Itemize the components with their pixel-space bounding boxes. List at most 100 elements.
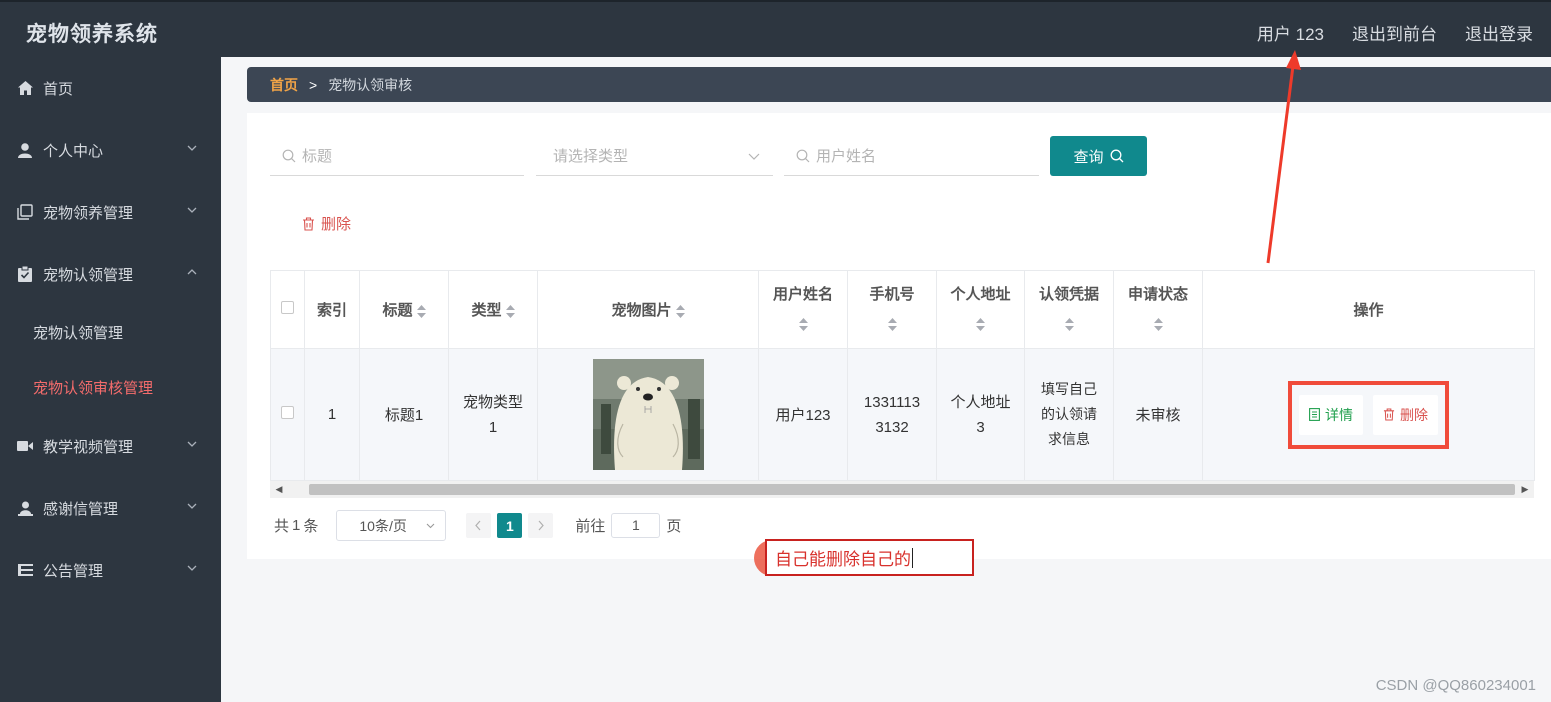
scrollbar-thumb[interactable]	[309, 484, 1515, 495]
title-search-placeholder: 标题	[302, 148, 333, 165]
sidebar-subitem-pet-claim-review[interactable]: 宠物认领审核管理	[0, 360, 221, 415]
sidebar-item-label: 公告管理	[43, 562, 104, 580]
query-button-label: 查询	[1073, 148, 1104, 166]
prev-page-button[interactable]	[466, 513, 492, 538]
breadcrumb: 首页 > 宠物认领审核	[247, 67, 1551, 102]
header-proof: 认领凭据	[1038, 285, 1099, 303]
search-icon	[796, 149, 810, 163]
current-user-link[interactable]: 用户 123	[1257, 20, 1324, 45]
sidebar-item-pet-adoption[interactable]: 宠物领养管理	[0, 181, 221, 243]
text-caret	[912, 547, 913, 568]
exit-to-front-link[interactable]: 退出到前台	[1352, 20, 1437, 45]
query-button[interactable]: 查询	[1050, 136, 1147, 176]
type-select-placeholder: 请选择类型	[553, 148, 629, 165]
chevron-down-icon	[187, 207, 197, 213]
video-icon	[16, 437, 34, 455]
goto-label: 前往	[575, 518, 606, 535]
username-search-placeholder: 用户姓名	[816, 148, 877, 165]
delete-button-label: 删除	[1400, 406, 1428, 423]
sidebar-item-label: 教学视频管理	[43, 438, 134, 456]
cell-phone-line2: 3132	[875, 418, 909, 436]
header-username-col[interactable]: 用户姓名	[758, 270, 848, 349]
sort-icon	[1064, 318, 1074, 332]
cell-proof-line2: 的认领请	[1041, 406, 1097, 422]
next-page-button[interactable]	[528, 513, 554, 538]
pet-image[interactable]	[592, 359, 704, 470]
header-status: 申请状态	[1127, 285, 1188, 303]
sidebar-item-thanks-letter[interactable]: 感谢信管理	[0, 477, 221, 539]
row-checkbox[interactable]	[281, 406, 294, 419]
sidebar-item-personal-center[interactable]: 个人中心	[0, 119, 221, 181]
detail-button-label: 详情	[1325, 406, 1353, 423]
chevron-up-icon	[187, 269, 197, 275]
annotation-textbox[interactable]: 自己能删除自己的	[765, 539, 974, 576]
header-title-col[interactable]: 标题	[359, 270, 449, 349]
scroll-left-icon[interactable]: ◀	[272, 481, 286, 498]
home-icon	[16, 79, 34, 97]
header-status-col[interactable]: 申请状态	[1113, 270, 1203, 349]
cell-proof-line3: 求信息	[1048, 431, 1090, 447]
header-username: 用户姓名	[772, 285, 833, 303]
sidebar-item-label: 宠物认领管理	[43, 266, 134, 284]
cell-title: 标题1	[359, 348, 449, 481]
select-all-checkbox[interactable]	[281, 301, 294, 314]
cell-address-line2: 3	[976, 418, 985, 436]
row-select-cell	[270, 348, 305, 481]
goto-page-input[interactable]: 1	[611, 513, 661, 538]
cell-phone-line1: 1331113	[863, 393, 921, 411]
chevron-down-icon	[426, 523, 435, 529]
header-address-col[interactable]: 个人地址	[936, 270, 1025, 349]
chevron-down-icon	[187, 503, 197, 509]
table-header-row: 索引 标题 类型 宠物图片 用户姓名 手机号 个人地址 认领凭据 申请状态 操作	[270, 270, 1535, 349]
page-number-button[interactable]: 1	[497, 513, 523, 538]
detail-button[interactable]: 详情	[1299, 394, 1363, 435]
clipboard-check-icon	[16, 265, 34, 283]
user-stand-icon	[16, 499, 34, 517]
table-row: 1 标题1 宠物类型 1 用户123 1331113 3132 个人地址 3 填…	[270, 348, 1535, 481]
logout-link[interactable]: 退出登录	[1465, 20, 1533, 45]
page-size-value: 10条/页	[359, 517, 407, 534]
sidebar-item-label: 个人中心	[43, 142, 104, 160]
select-all-cell	[270, 270, 305, 349]
header-address: 个人地址	[950, 285, 1011, 303]
header-title: 标题	[382, 302, 413, 319]
search-icon	[1110, 149, 1123, 163]
watermark: CSDN @QQ860234001	[1375, 677, 1536, 694]
cell-phone: 1331113 3132	[847, 348, 937, 481]
breadcrumb-home[interactable]: 首页	[270, 75, 298, 95]
app-title: 宠物领养系统	[26, 23, 158, 46]
delete-button[interactable]: 删除	[1373, 394, 1438, 435]
annotation-text: 自己能删除自己的	[775, 550, 911, 569]
cell-address: 个人地址 3	[936, 348, 1025, 481]
top-nav: 用户 123 退出到前台 退出登录	[1257, 20, 1533, 45]
sidebar-item-home[interactable]: 首页	[0, 57, 221, 119]
sort-icon	[1153, 318, 1163, 332]
sidebar-item-video[interactable]: 教学视频管理	[0, 415, 221, 477]
chevron-down-icon	[187, 441, 197, 447]
pagination-total-suffix: 条	[303, 518, 319, 535]
header-proof-col[interactable]: 认领凭据	[1024, 270, 1114, 349]
type-select[interactable]: 请选择类型	[536, 136, 773, 176]
search-icon	[282, 149, 296, 163]
batch-delete-label: 删除	[321, 216, 352, 233]
title-search-input[interactable]: 标题	[270, 136, 524, 176]
batch-delete-button[interactable]: 删除	[302, 213, 351, 234]
sidebar-item-pet-claim[interactable]: 宠物认领管理	[0, 243, 221, 305]
document-icon	[1309, 408, 1320, 421]
sidebar-subitem-pet-claim-manage[interactable]: 宠物认领管理	[0, 305, 221, 360]
pagination: 共 1 条 10条/页 1 前往 1 页	[274, 510, 681, 541]
sort-icon	[887, 318, 897, 332]
username-search-input[interactable]: 用户姓名	[784, 136, 1039, 176]
breadcrumb-current: 宠物认领审核	[328, 76, 413, 93]
header-type-col[interactable]: 类型	[448, 270, 538, 349]
header-phone-col[interactable]: 手机号	[847, 270, 937, 349]
scroll-right-icon[interactable]: ▶	[1518, 481, 1532, 498]
header-pet-image-col[interactable]: 宠物图片	[537, 270, 759, 349]
sidebar-item-notice[interactable]: 公告管理	[0, 539, 221, 601]
cell-pet-image	[537, 348, 759, 481]
horizontal-scrollbar[interactable]: ◀ ▶	[270, 481, 1534, 498]
page-size-select[interactable]: 10条/页	[336, 510, 447, 541]
sidebar: 首页 个人中心 宠物领养管理 宠物认领管理 宠物认领管理 宠物认领审核管理 教学…	[0, 57, 221, 702]
header-pet-image: 宠物图片	[611, 302, 672, 319]
sidebar-item-label: 宠物领养管理	[43, 204, 134, 222]
